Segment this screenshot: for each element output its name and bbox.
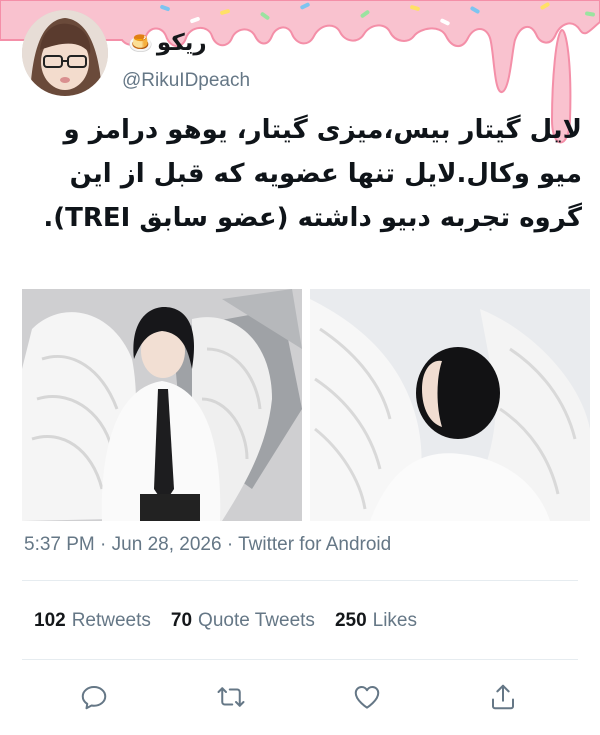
head-in-angel-wings-photo-icon [310,289,590,521]
likes-label: Likes [372,610,417,631]
tweet-time: 5:37 PM [24,534,95,555]
person-with-angel-wings-photo-icon [22,289,302,521]
reply-button[interactable] [79,682,109,712]
retweet-icon [217,687,245,707]
tweet-image-1[interactable] [22,289,302,521]
tweet-date[interactable]: Jun 28, 2026 [112,534,222,555]
quotes-label: Quote Tweets [198,610,315,631]
retweets-count: 102 [34,610,66,631]
tweet-meta: 5:37 PM · Jun 28, 2026 · Twitter for And… [24,534,391,556]
meta-separator: · [100,534,107,555]
pudding-emoji-icon: 🍮 [128,31,153,55]
like-icon [354,686,380,709]
share-button[interactable] [488,682,518,712]
meta-separator: · [226,534,234,555]
divider [22,580,578,581]
display-name-text: ریکو [156,30,207,56]
avatar-photo-icon [22,10,108,96]
likes-stat[interactable]: 250 Likes [335,610,417,632]
username[interactable]: @RikuIDpeach [122,70,250,92]
tweet-text: لایل گیتار بیس،میزی گیتار، یوهو درامز و … [43,115,582,233]
quotes-count: 70 [170,610,193,631]
likes-count: 250 [334,610,367,631]
retweet-button[interactable] [216,682,246,712]
share-icon [492,684,514,710]
like-button[interactable] [352,682,382,712]
action-bar [0,682,600,712]
reply-icon [81,686,107,710]
retweets-stat[interactable]: 102 Retweets [34,610,151,632]
tweet-source[interactable]: Twitter for Android [238,534,391,555]
quote-tweets-stat[interactable]: 70 Quote Tweets [171,610,315,632]
avatar[interactable] [22,10,108,96]
divider [22,659,578,660]
tweet-image-2[interactable] [310,289,590,521]
retweets-label: Retweets [71,610,151,631]
tweet-stats: 102 Retweets 70 Quote Tweets 250 Likes [34,610,417,632]
display-name[interactable]: 🍮 ریکو [128,30,207,56]
